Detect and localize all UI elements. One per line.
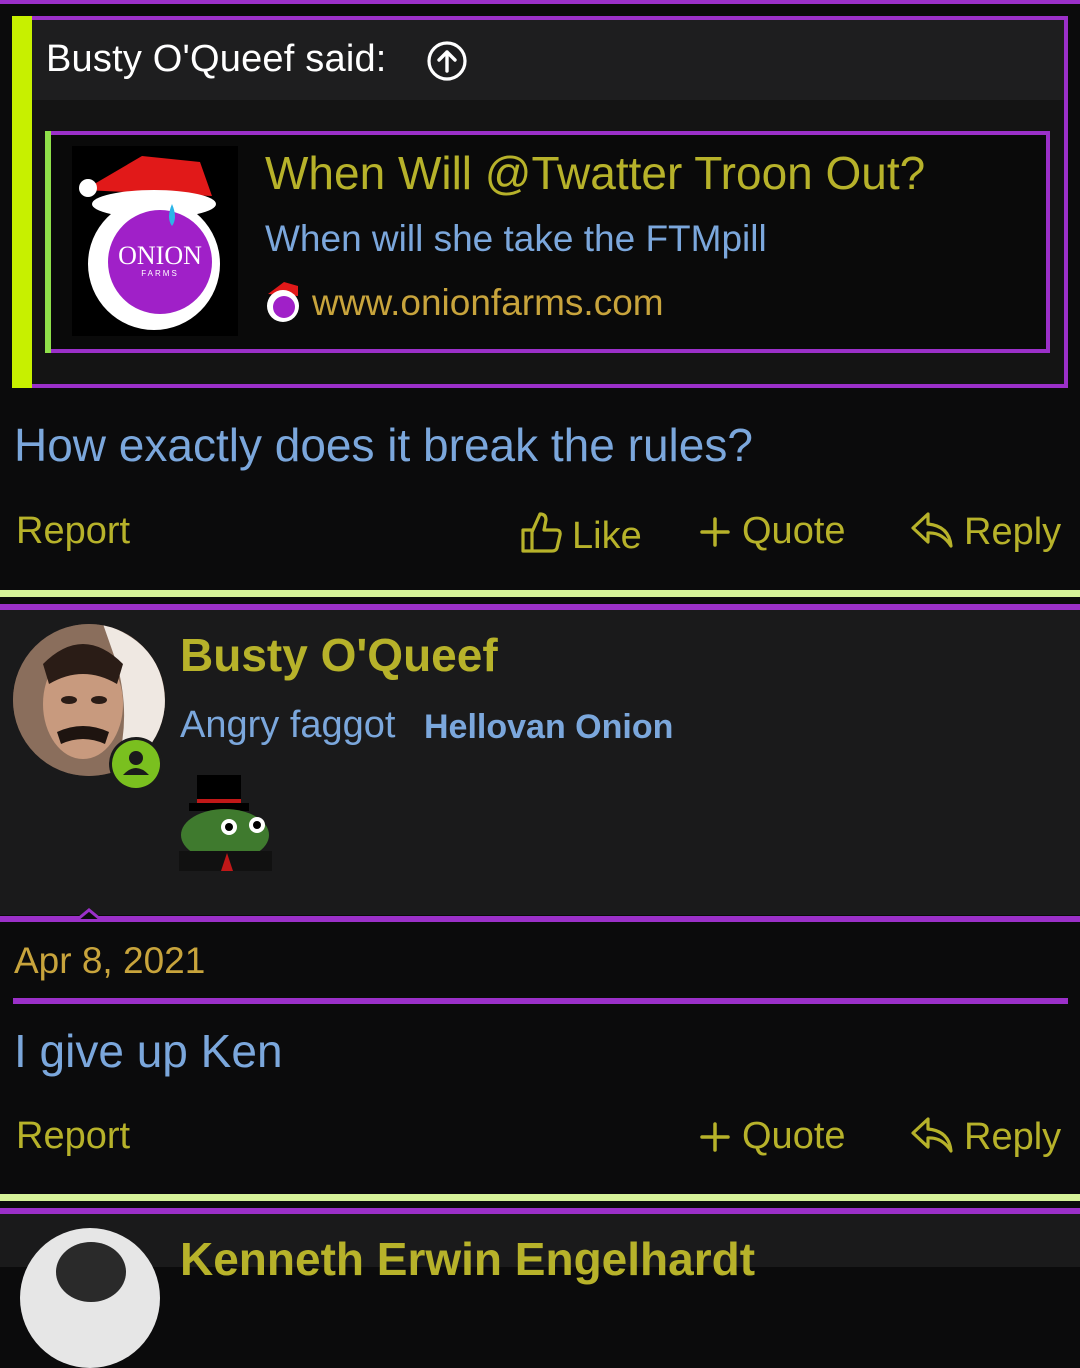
embed-url[interactable]: www.onionfarms.com <box>312 282 664 324</box>
reply-button[interactable]: Reply <box>910 1115 1061 1159</box>
plus-icon <box>700 517 730 547</box>
embed-bar <box>45 131 51 353</box>
quote-button[interactable]: Quote <box>698 510 846 553</box>
quote-label: Quote <box>742 510 846 552</box>
date-divider-bottom <box>13 998 1068 1004</box>
quote-button[interactable]: Quote <box>698 1115 846 1158</box>
reply-label: Reply <box>964 511 1062 553</box>
user-online-icon <box>112 740 160 788</box>
post-date[interactable]: Apr 8, 2021 <box>14 940 205 982</box>
user-title: Angry faggot <box>180 704 396 746</box>
caret-up-icon <box>77 908 101 920</box>
frog-badge-icon <box>179 775 272 871</box>
post-body: How exactly does it break the rules? <box>14 419 753 471</box>
report-button[interactable]: Report <box>16 510 130 553</box>
arrow-up-circle-icon[interactable] <box>426 40 468 82</box>
embed-description: When will she take the FTMpill <box>265 218 767 259</box>
post-divider-green <box>0 590 1080 597</box>
report-button[interactable]: Report <box>16 1115 130 1158</box>
top-divider <box>0 0 1080 4</box>
embed-title[interactable]: When Will @Twatter Troon Out? <box>265 146 925 200</box>
reply-icon <box>911 512 953 548</box>
username[interactable]: Kenneth Erwin Engelhardt <box>180 1232 755 1286</box>
like-button[interactable]: Like <box>520 510 642 558</box>
thumbs-up-icon <box>521 512 562 553</box>
reply-label: Reply <box>964 1116 1062 1158</box>
plus-icon <box>700 1122 730 1152</box>
quote-label: Quote <box>742 1115 846 1157</box>
date-divider-top <box>0 916 1080 922</box>
quote-author[interactable]: Busty O'Queef said: <box>46 38 387 81</box>
reply-button[interactable]: Reply <box>910 510 1061 554</box>
online-status-badge <box>109 737 163 791</box>
thumb-logo-text: ONION <box>118 241 202 270</box>
reply-icon <box>911 1117 953 1153</box>
user-banner: Hellovan Onion <box>424 708 674 746</box>
avatar[interactable] <box>20 1228 160 1368</box>
post-divider-green <box>0 1194 1080 1201</box>
thumb-logo-sub: FARMS <box>141 269 179 278</box>
site-favicon-icon <box>267 282 299 322</box>
quote-bar <box>12 16 32 388</box>
embed-thumbnail: ONION FARMS <box>72 146 238 336</box>
username[interactable]: Busty O'Queef <box>180 628 498 682</box>
like-label: Like <box>572 515 642 557</box>
post-body: I give up Ken <box>14 1025 283 1077</box>
